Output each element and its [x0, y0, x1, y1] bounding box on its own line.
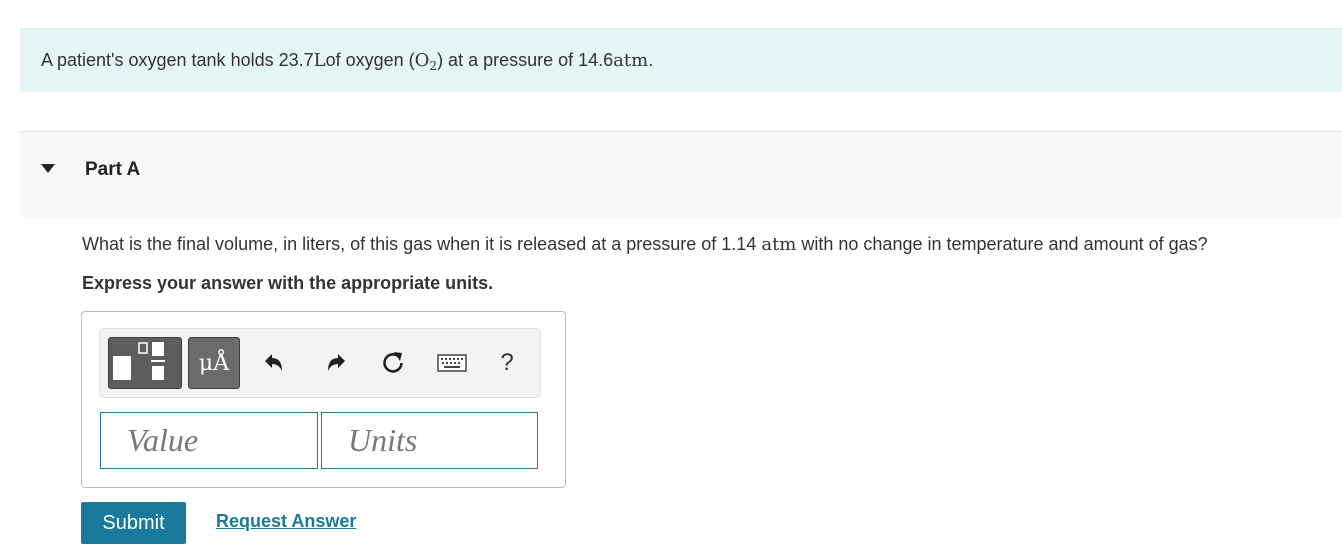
keyboard-button[interactable] [436, 346, 468, 380]
reset-icon [383, 352, 403, 373]
value-placeholder: Value [127, 422, 199, 458]
submit-button[interactable]: Submit [81, 502, 186, 544]
collapse-caret-icon[interactable] [41, 164, 55, 173]
help-icon: ? [500, 349, 514, 376]
question-text: What is the final volume, in liters, of … [82, 234, 1208, 255]
redo-button[interactable] [319, 346, 351, 380]
question-text-2: with no change in temperature and amount… [796, 234, 1208, 254]
question-unit: atm [761, 234, 797, 255]
units-placeholder: Units [348, 422, 418, 458]
oxygen-formula: O2 [414, 50, 438, 73]
answer-instruction: Express your answer with the appropriate… [82, 273, 494, 293]
problem-text-1: A patient's oxygen tank holds 23.7 [41, 50, 314, 70]
reset-button[interactable] [377, 346, 409, 380]
undo-icon [265, 354, 282, 371]
problem-text-2: of oxygen ( [325, 50, 415, 70]
undo-button[interactable] [259, 346, 291, 380]
units-button[interactable]: μÅ [188, 337, 240, 389]
formula-subscript: 2 [429, 59, 438, 73]
request-answer-link[interactable]: Request Answer [216, 511, 356, 532]
help-button[interactable]: ? [491, 346, 523, 380]
problem-statement: A patient's oxygen tank holds 23.7 L of … [20, 29, 1342, 92]
volume-unit: L [313, 50, 326, 71]
redo-icon [328, 354, 345, 371]
templates-icon [113, 342, 165, 380]
formula-main: O [414, 50, 430, 71]
problem-text-3: ) at a pressure of 14.6 [437, 50, 614, 70]
units-input[interactable]: Units [321, 412, 538, 469]
part-title: Part A [85, 159, 141, 180]
answer-box: μÅ ? Value Units [81, 311, 566, 488]
keyboard-icon [437, 354, 467, 372]
math-toolbar: μÅ ? [99, 328, 541, 398]
pressure-unit: atm [613, 50, 649, 71]
value-input[interactable]: Value [100, 412, 318, 469]
question-text-1: What is the final volume, in liters, of … [82, 234, 762, 254]
templates-button[interactable] [108, 337, 182, 389]
part-a-header[interactable]: Part A [20, 131, 1342, 217]
problem-text-4: . [648, 50, 654, 70]
